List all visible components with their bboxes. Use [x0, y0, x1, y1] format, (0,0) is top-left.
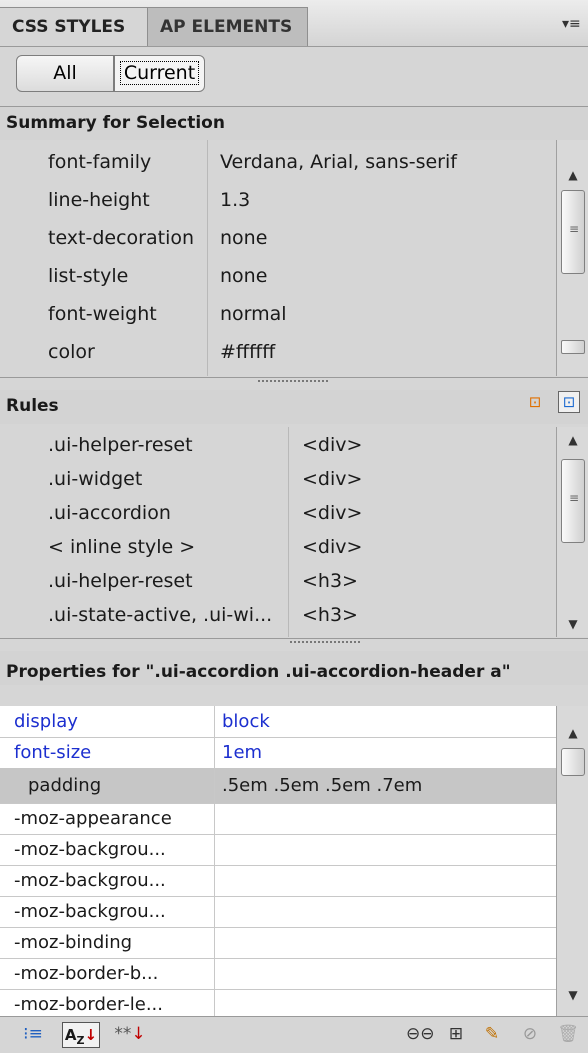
all-mode-button[interactable]: All — [16, 55, 114, 92]
rules-list: .ui-helper-reset <div> .ui-widget <div> … — [0, 427, 556, 637]
rule-selector: .ui-helper-reset — [48, 434, 193, 456]
rule-tag: <div> — [302, 502, 363, 524]
property-row-selected[interactable]: padding .5em .5em .5em .7em — [0, 768, 556, 804]
tab-ap-elements[interactable]: AP ELEMENTS — [148, 7, 308, 46]
property-name: -moz-appearance — [14, 808, 172, 829]
summary-property-value: #ffffff — [220, 341, 276, 363]
new-rule-icon[interactable]: ⊞ — [444, 1022, 468, 1046]
scroll-up-icon[interactable]: ▲ — [557, 722, 588, 744]
rule-tag: <div> — [302, 434, 363, 456]
rule-selector: < inline style > — [48, 536, 196, 558]
pane-splitter[interactable] — [0, 638, 588, 651]
rule-selector: .ui-helper-reset — [48, 570, 193, 592]
property-name: padding — [28, 775, 102, 796]
pane-splitter[interactable] — [0, 377, 588, 390]
panel-menu-icon[interactable]: ▾≡ — [562, 16, 582, 32]
property-name: -moz-binding — [14, 932, 133, 953]
property-name: -moz-backgrou... — [14, 901, 166, 922]
delete-rule-icon[interactable]: 🗑 — [556, 1022, 580, 1046]
summary-property-value: normal — [220, 303, 287, 325]
category-view-icon[interactable]: ⁝≡ — [20, 1022, 46, 1046]
property-name: -moz-backgrou... — [14, 839, 166, 860]
rules-heading: Rules — [0, 390, 588, 424]
bottom-toolbar: ⁝≡ AZ↓ **↓ ⊖⊖ ⊞ ✎ ⊘ 🗑 — [0, 1016, 588, 1052]
property-name: font-size — [14, 742, 92, 763]
summary-property-name: line-height — [48, 189, 150, 211]
rule-selector: .ui-widget — [48, 468, 143, 490]
scroll-thumb[interactable]: ≡ — [561, 190, 585, 274]
summary-list: font-family Verdana, Arial, sans-serif l… — [0, 140, 556, 376]
rule-tag: <h3> — [302, 604, 358, 626]
property-row[interactable]: -moz-border-b... — [0, 958, 556, 990]
summary-property-name: text-decoration — [48, 227, 195, 249]
show-cascade-icon[interactable]: ⊡ — [525, 392, 545, 412]
property-row[interactable]: -moz-appearance — [0, 803, 556, 835]
property-row[interactable]: -moz-binding — [0, 927, 556, 959]
rule-selector: .ui-state-active, .ui-wi... — [48, 604, 273, 626]
property-name: display — [14, 711, 78, 732]
summary-property-name: font-weight — [48, 303, 157, 325]
property-value[interactable]: block — [222, 706, 270, 737]
rule-tag: <div> — [302, 468, 363, 490]
scroll-down-icon[interactable]: ▼ — [557, 984, 588, 1006]
rule-tag: <div> — [302, 536, 363, 558]
property-row[interactable]: -moz-border-le... — [0, 989, 556, 1016]
scroll-up-icon[interactable]: ▲ — [557, 429, 588, 451]
alpha-sort-icon[interactable]: AZ↓ — [62, 1022, 100, 1048]
rule-tag: <h3> — [302, 570, 358, 592]
property-row[interactable]: -moz-backgrou... — [0, 896, 556, 928]
scroll-thumb[interactable]: ≡ — [561, 459, 585, 543]
attach-stylesheet-icon[interactable]: ⊖⊖ — [406, 1022, 435, 1046]
rule-selector: .ui-accordion — [48, 502, 171, 524]
property-name: -moz-backgrou... — [14, 870, 166, 891]
property-row[interactable]: -moz-backgrou... — [0, 834, 556, 866]
properties-heading: Properties for ".ui-accordion .ui-accord… — [0, 651, 588, 685]
summary-property-value: Verdana, Arial, sans-serif — [220, 151, 457, 173]
rules-scrollbar[interactable]: ▲ ≡ ▼ — [556, 427, 588, 637]
current-mode-label: Current — [119, 61, 200, 85]
scroll-up-icon[interactable]: ▲ — [557, 164, 588, 186]
summary-heading: Summary for Selection — [0, 106, 588, 140]
summary-property-value: 1.3 — [220, 189, 251, 211]
edit-rule-icon[interactable]: ✎ — [480, 1022, 504, 1046]
summary-property-name: color — [48, 341, 95, 363]
summary-column-divider — [207, 140, 208, 376]
property-value[interactable]: .5em .5em .5em .7em — [222, 768, 422, 803]
property-value[interactable]: 1em — [222, 737, 262, 768]
summary-property-name: font-family — [48, 151, 152, 173]
property-row[interactable]: -moz-backgrou... — [0, 865, 556, 897]
property-name: -moz-border-le... — [14, 994, 163, 1015]
all-mode-label: All — [53, 62, 77, 84]
summary-scrollbar[interactable]: ▲ ≡ — [556, 140, 588, 376]
properties-grid: display block font-size 1em padding .5em… — [0, 706, 556, 1016]
set-properties-icon[interactable]: **↓ — [110, 1022, 150, 1046]
property-row[interactable]: font-size 1em — [0, 737, 556, 769]
properties-scrollbar[interactable]: ▲ ▼ — [556, 706, 588, 1016]
property-row[interactable]: display block — [0, 706, 556, 738]
tab-css-styles[interactable]: CSS STYLES — [0, 7, 148, 46]
summary-property-value: none — [220, 265, 268, 287]
show-info-icon[interactable]: ⊡ — [558, 391, 580, 413]
scroll-thumb[interactable] — [561, 748, 585, 776]
summary-property-name: list-style — [48, 265, 129, 287]
rules-column-divider — [288, 427, 289, 637]
current-mode-button[interactable]: Current — [114, 55, 205, 92]
disable-property-icon[interactable]: ⊘ — [518, 1022, 542, 1046]
property-name: -moz-border-b... — [14, 963, 159, 984]
scroll-thumb-end — [561, 340, 585, 354]
scroll-down-icon[interactable]: ▼ — [557, 613, 588, 635]
summary-property-value: none — [220, 227, 268, 249]
panel-tab-bar: CSS STYLES AP ELEMENTS ▾≡ — [0, 0, 588, 47]
